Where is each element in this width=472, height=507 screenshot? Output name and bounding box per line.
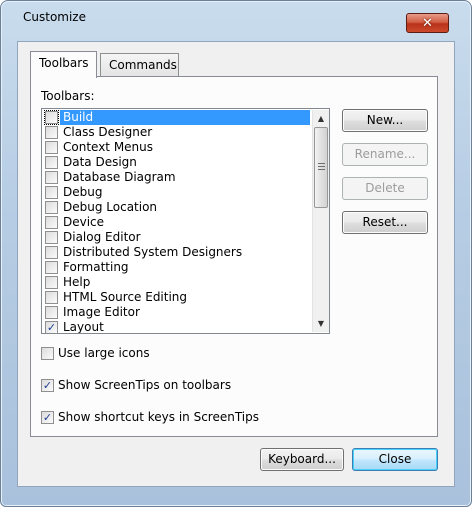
list-item-label: Device [63,215,105,229]
scroll-down-icon: ▼ [317,319,325,328]
list-item-checkbox[interactable] [44,110,59,125]
list-item-checkbox[interactable] [45,231,58,244]
list-item-checkbox[interactable] [45,246,58,259]
tab-commands[interactable]: Commands [100,53,179,77]
toolbars-list-label: Toolbars: [41,89,95,103]
list-item[interactable]: ✓ Layout [43,320,311,334]
tab-toolbars-label: Toolbars [39,56,89,70]
list-item-label: HTML Source Editing [63,290,188,304]
list-item-checkbox[interactable] [45,216,58,229]
vertical-scrollbar[interactable]: ▲ ▼ [312,110,329,332]
large-icons-label: Use large icons [58,346,150,360]
list-item-label: Image Editor [63,305,140,319]
list-item[interactable]: Debug [43,185,311,200]
close-button-label: Close [378,452,412,466]
list-item[interactable]: Image Editor [43,305,311,320]
close-window-button[interactable]: ✕ [406,13,449,33]
keyboard-button-label: Keyboard... [268,452,336,466]
list-item-checkbox[interactable] [45,291,58,304]
screentips-label: Show ScreenTips on toolbars [58,378,232,392]
list-item[interactable]: Class Designer [43,125,311,140]
scroll-thumb[interactable] [314,127,328,208]
list-item-label: Database Diagram [63,170,176,184]
new-button-label: New... [366,113,404,127]
list-item-label: Formatting [63,260,129,274]
selection-highlight [60,110,310,125]
list-item-checkbox[interactable] [45,171,58,184]
list-item-label: Layout [63,320,104,334]
list-item[interactable]: Context Menus [43,140,311,155]
list-item-checkbox[interactable] [45,186,58,199]
reset-button[interactable]: Reset... [342,211,428,234]
list-item[interactable]: Distributed System Designers [43,245,311,260]
list-item[interactable]: Device [43,215,311,230]
rename-button[interactable]: Rename... [342,143,428,166]
list-item-label: Distributed System Designers [63,245,243,259]
scroll-up-icon: ▲ [317,114,325,123]
keyboard-button[interactable]: Keyboard... [260,448,344,471]
list-item-checkbox[interactable] [45,201,58,214]
tab-commands-label: Commands [109,58,177,72]
scroll-down-button[interactable]: ▼ [313,315,329,332]
customize-dialog: Customize ✕ Toolbars Commands Toolbars: … [0,0,472,507]
list-item-label: Help [63,275,91,289]
list-item[interactable]: Formatting [43,260,311,275]
list-item-checkbox[interactable] [45,261,58,274]
list-item[interactable]: HTML Source Editing [43,290,311,305]
list-item-checkbox[interactable] [45,126,58,139]
list-item-checkbox[interactable] [45,141,58,154]
screentips-checkbox-box[interactable]: ✓ [41,379,54,392]
list-item-checkbox[interactable]: ✓ [45,321,58,334]
window-title: Customize [23,10,86,24]
close-icon: ✕ [422,15,433,31]
toolbars-tab-panel: Toolbars: Build Class Designer Context Men… [30,76,438,437]
scroll-grip-icon [318,163,325,171]
list-item[interactable]: Data Design [43,155,311,170]
delete-button[interactable]: Delete [342,177,428,200]
list-item[interactable]: Help [43,275,311,290]
delete-button-label: Delete [365,181,405,195]
scroll-up-button[interactable]: ▲ [313,110,329,127]
tab-toolbars[interactable]: Toolbars [30,51,98,78]
list-item-label: Data Design [63,155,137,169]
list-item-label: Dialog Editor [63,230,141,244]
list-item-label: Class Designer [63,125,153,139]
list-item[interactable]: Build [43,110,311,125]
shortcut-keys-checkbox-box[interactable]: ✓ [41,411,54,424]
list-item-label: Debug Location [63,200,158,214]
check-icon: ✓ [46,321,57,334]
list-item[interactable]: Dialog Editor [43,230,311,245]
toolbars-list-items: Build Class Designer Context Menus Data Des… [43,110,311,334]
title-bar[interactable]: Customize ✕ [1,1,471,33]
check-icon: ✓ [42,379,53,392]
large-icons-checkbox-box[interactable] [41,347,54,360]
list-item-checkbox[interactable] [45,306,58,319]
dialog-client-area: Toolbars Commands Toolbars: Build Class D… [17,41,455,487]
close-button[interactable]: Close [352,448,438,471]
list-item-label: Debug [63,185,103,199]
list-item-checkbox[interactable] [45,156,58,169]
list-item-label: Build [63,110,94,124]
list-item-checkbox[interactable] [45,276,58,289]
check-icon: ✓ [42,411,53,424]
new-button[interactable]: New... [342,109,428,132]
list-item-label: Context Menus [63,140,154,154]
list-item[interactable]: Database Diagram [43,170,311,185]
toolbars-listbox[interactable]: Build Class Designer Context Menus Data Des… [41,108,330,334]
rename-button-label: Rename... [354,147,416,161]
shortcut-keys-label: Show shortcut keys in ScreenTips [58,410,259,424]
reset-button-label: Reset... [362,215,408,229]
list-item[interactable]: Debug Location [43,200,311,215]
